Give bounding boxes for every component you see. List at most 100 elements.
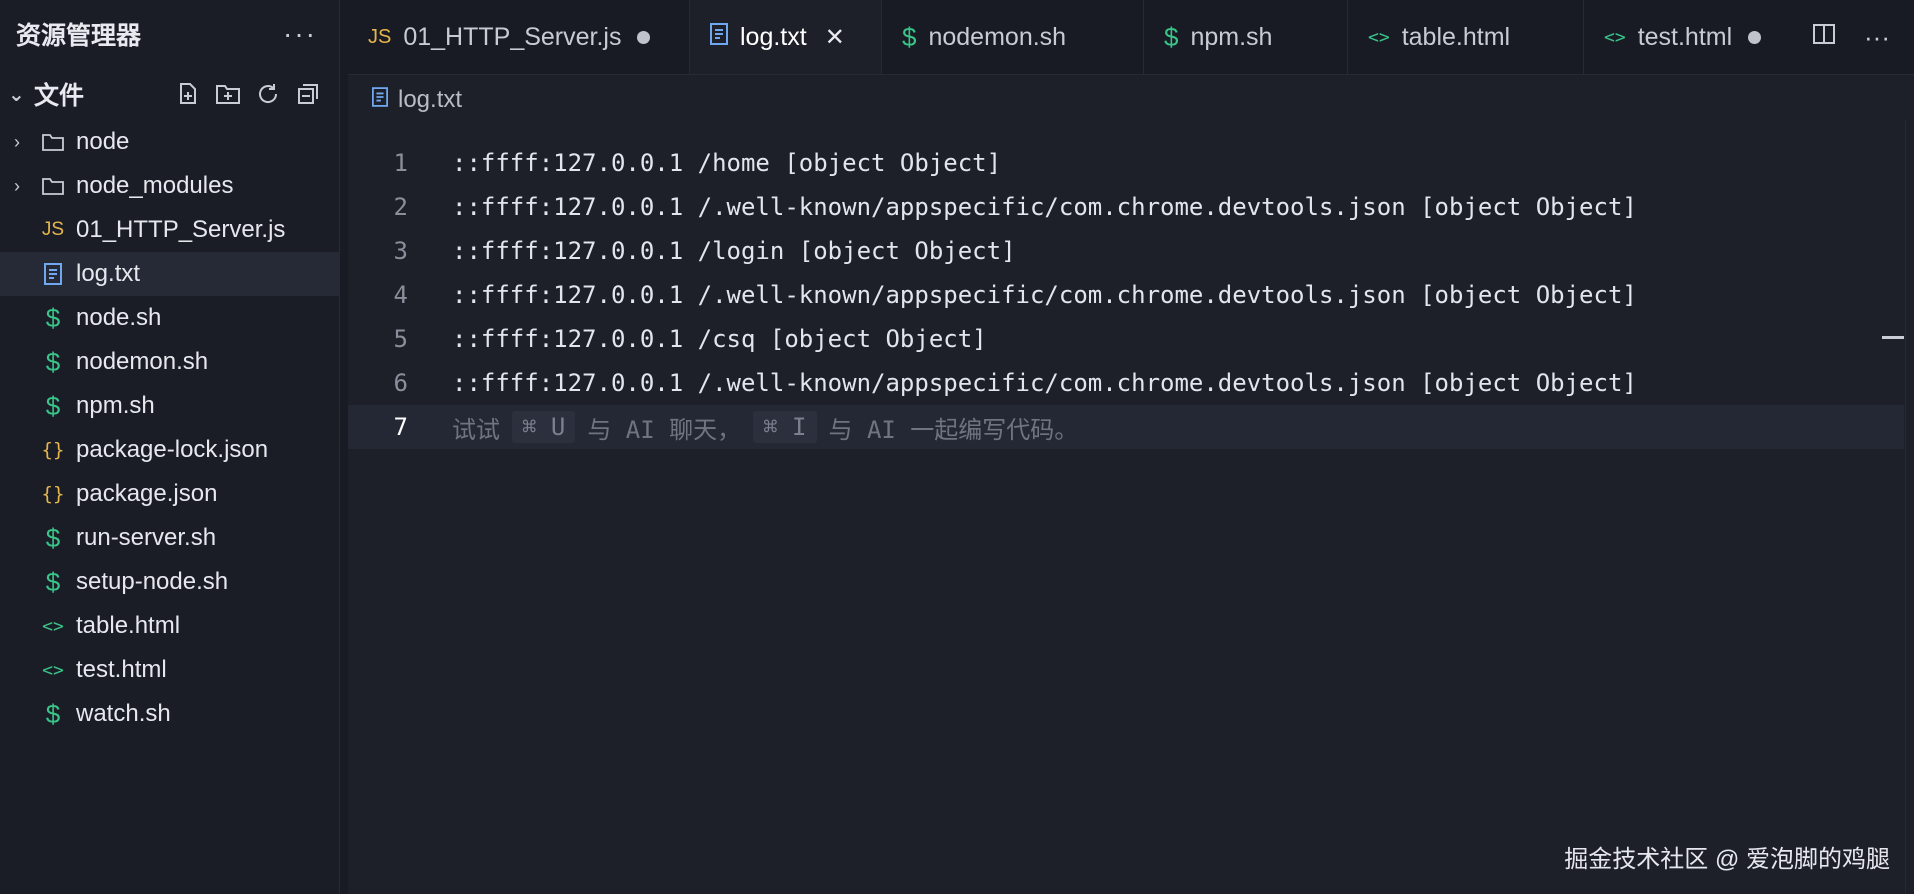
code-line[interactable]: 2 ::ffff:127.0.0.1 /.well-known/appspeci…	[348, 185, 1914, 229]
shortcut-chat-key: ⌘ U	[512, 411, 576, 443]
ai-hint: 试试 ⌘ U 与 AI 聊天， ⌘ I 与 AI 一起编写代码。	[452, 410, 1078, 445]
code-line[interactable]: 1 ::ffff:127.0.0.1 /home [object Object]	[348, 141, 1914, 185]
refresh-icon[interactable]	[255, 81, 281, 107]
breadcrumb-file[interactable]: log.txt	[398, 86, 462, 114]
tab-label: 01_HTTP_Server.js	[403, 22, 622, 51]
tree-item-label: setup-node.sh	[76, 568, 229, 595]
line-number: 3	[393, 237, 408, 265]
tree-item-log-txt[interactable]: log.txt	[0, 252, 339, 296]
tab-label: log.txt	[740, 22, 807, 51]
js-icon: JS	[368, 25, 392, 48]
new-file-icon[interactable]	[175, 81, 201, 107]
chevron-right-icon[interactable]: ›	[14, 176, 36, 197]
tree-item-test-html[interactable]: <> test.html	[0, 648, 339, 692]
shell-icon: $	[902, 21, 917, 52]
tab-label: test.html	[1637, 22, 1733, 51]
split-editor-icon[interactable]	[1812, 22, 1836, 53]
shell-icon: $	[45, 390, 61, 421]
hint-prefix: 试试	[452, 415, 500, 444]
json-icon: {}	[41, 439, 65, 461]
line-number: 4	[393, 281, 408, 309]
new-folder-icon[interactable]	[215, 81, 241, 107]
collapse-all-icon[interactable]	[295, 81, 321, 107]
code-line[interactable]: 5 ::ffff:127.0.0.1 /csq [object Object]	[348, 317, 1914, 361]
code-line[interactable]: 4 ::ffff:127.0.0.1 /.well-known/appspeci…	[348, 273, 1914, 317]
code-line[interactable]: 3 ::ffff:127.0.0.1 /login [object Object…	[348, 229, 1914, 273]
html-icon: <>	[42, 659, 64, 681]
tree-item-watch-sh[interactable]: $ watch.sh	[0, 692, 339, 736]
vertical-scrollbar[interactable]	[1905, 120, 1914, 894]
explorer-sidebar: 资源管理器 ··· ⌄ 文件 › node › node_modules JS …	[0, 0, 340, 894]
text-file-icon	[710, 23, 728, 51]
text-file-icon	[372, 87, 388, 113]
current-line[interactable]: 7 试试 ⌘ U 与 AI 聊天， ⌘ I 与 AI 一起编写代码。	[348, 405, 1904, 449]
tree-item-label: node_modules	[76, 172, 234, 199]
json-icon: {}	[41, 483, 65, 505]
tree-item-node-modules[interactable]: › node_modules	[0, 164, 339, 208]
tree-item-package-json[interactable]: {} package.json	[0, 472, 339, 516]
tab-bar: JS 01_HTTP_Server.js log.txt ✕ $ nodemon…	[348, 0, 1914, 75]
unsaved-dot-icon	[1748, 30, 1762, 44]
line-text[interactable]: ::ffff:127.0.0.1 /.well-known/appspecifi…	[452, 281, 1637, 309]
explorer-header: 资源管理器 ···	[0, 0, 339, 68]
line-text[interactable]: ::ffff:127.0.0.1 /csq [object Object]	[452, 325, 987, 353]
folder-actions	[175, 81, 321, 107]
tree-item-label: test.html	[76, 656, 167, 683]
shell-icon: $	[1164, 21, 1179, 52]
tab-npm-sh[interactable]: $ npm.sh	[1144, 0, 1348, 74]
html-icon: <>	[1604, 26, 1626, 48]
chevron-right-icon[interactable]: ›	[14, 132, 36, 153]
shell-icon: $	[45, 566, 61, 597]
tab-log-txt[interactable]: log.txt ✕	[690, 0, 882, 74]
tab-test-html[interactable]: <> test.html	[1584, 0, 1788, 74]
tree-item-setup-node-sh[interactable]: $ setup-node.sh	[0, 560, 339, 604]
tab-01-http-server-js[interactable]: JS 01_HTTP_Server.js	[348, 0, 690, 74]
tab-nodemon-sh[interactable]: $ nodemon.sh	[882, 0, 1144, 74]
breadcrumb: log.txt	[348, 75, 1914, 125]
shell-icon: $	[45, 522, 61, 553]
tab-label: table.html	[1401, 22, 1511, 51]
tree-item-label: node	[76, 128, 130, 155]
tree-item-label: table.html	[76, 612, 181, 639]
tab-table-html[interactable]: <> table.html	[1348, 0, 1584, 74]
tree-item-nodemon-sh[interactable]: $ nodemon.sh	[0, 340, 339, 384]
tree-item-table-html[interactable]: <> table.html	[0, 604, 339, 648]
html-icon: <>	[1368, 26, 1390, 48]
more-actions-icon[interactable]: ···	[1864, 22, 1890, 53]
tree-item-label: package-lock.json	[76, 436, 269, 463]
tree-item-label: node.sh	[76, 304, 162, 331]
line-text[interactable]: ::ffff:127.0.0.1 /login [object Object]	[452, 237, 1016, 265]
tree-item-node-sh[interactable]: $ node.sh	[0, 296, 339, 340]
tree-item-package-lock-json[interactable]: {} package-lock.json	[0, 428, 339, 472]
chevron-down-icon[interactable]: ⌄	[8, 82, 30, 107]
more-actions-icon[interactable]: ···	[283, 18, 317, 50]
shell-icon: $	[45, 302, 61, 333]
tree-item-label: npm.sh	[76, 392, 155, 419]
watermark: 掘金技术社区 @ 爱泡脚的鸡腿	[1564, 846, 1890, 873]
line-number: 2	[393, 193, 408, 221]
tree-item-label: log.txt	[76, 260, 141, 287]
tree-item-run-server-sh[interactable]: $ run-server.sh	[0, 516, 339, 560]
code-line[interactable]: 6 ::ffff:127.0.0.1 /.well-known/appspeci…	[348, 361, 1914, 405]
scroll-position-marker	[1882, 336, 1904, 339]
tree-item-01-http-server-js[interactable]: JS 01_HTTP_Server.js	[0, 208, 339, 252]
code-editor[interactable]: 1 ::ffff:127.0.0.1 /home [object Object]…	[348, 141, 1914, 449]
hint-suffix: 与 AI 一起编写代码。	[828, 415, 1079, 444]
tab-label: npm.sh	[1190, 22, 1273, 51]
tree-item-label: 01_HTTP_Server.js	[76, 216, 286, 243]
line-number: 5	[393, 325, 408, 353]
tab-label: nodemon.sh	[928, 22, 1067, 51]
line-text[interactable]: ::ffff:127.0.0.1 /.well-known/appspecifi…	[452, 369, 1637, 397]
close-icon[interactable]: ✕	[825, 23, 845, 52]
tree-item-label: watch.sh	[76, 700, 171, 727]
tree-item-node[interactable]: › node	[0, 120, 339, 164]
tree-item-npm-sh[interactable]: $ npm.sh	[0, 384, 339, 428]
line-number: 7	[393, 413, 408, 441]
workspace-folder-title: 文件	[34, 82, 85, 110]
shell-icon: $	[45, 698, 61, 729]
text-file-icon	[36, 263, 70, 285]
line-text[interactable]: ::ffff:127.0.0.1 /home [object Object]	[452, 149, 1001, 177]
editor-area: JS 01_HTTP_Server.js log.txt ✕ $ nodemon…	[348, 0, 1914, 894]
workspace-folder[interactable]: ⌄ 文件	[0, 68, 339, 120]
line-text[interactable]: ::ffff:127.0.0.1 /.well-known/appspecifi…	[452, 193, 1637, 221]
